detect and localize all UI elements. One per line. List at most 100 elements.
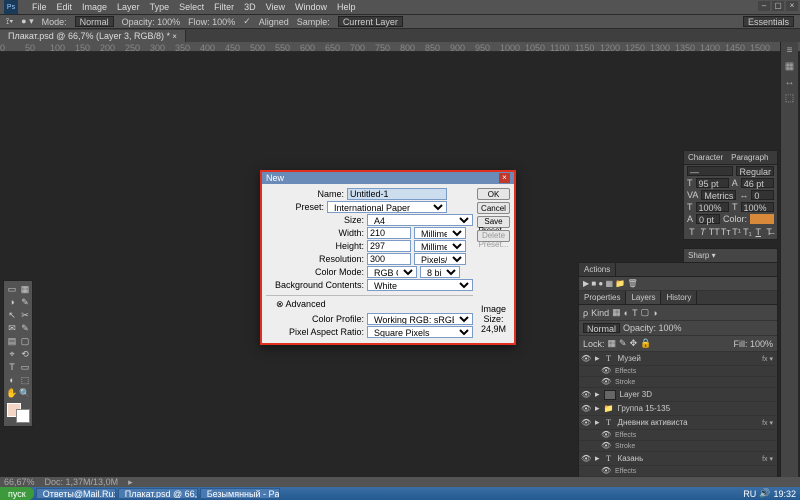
- visibility-icon[interactable]: 👁: [601, 366, 611, 376]
- aspect-select[interactable]: Square Pixels: [367, 326, 473, 338]
- layer-effect[interactable]: 👁Stroke: [579, 377, 777, 388]
- delete-preset-button[interactable]: Delete Preset...: [477, 230, 510, 242]
- fx-badge[interactable]: fx ▾: [762, 419, 773, 427]
- kerning-field[interactable]: Metrics: [701, 190, 736, 200]
- tool-button[interactable]: ◐: [6, 374, 18, 386]
- filter-icon[interactable]: ◑: [652, 308, 657, 318]
- layer-row[interactable]: 👁▸TКазаньfx ▾: [579, 452, 777, 466]
- tool-button[interactable]: ✎: [19, 322, 31, 334]
- tool-button[interactable]: ✂: [19, 309, 31, 321]
- tab-paragraph[interactable]: Paragraph: [727, 151, 772, 164]
- filter-icon[interactable]: T: [632, 308, 638, 318]
- bg-select[interactable]: White: [367, 279, 473, 291]
- menu-window[interactable]: Window: [295, 2, 327, 12]
- layer-row[interactable]: 👁▸TДневник активистаfx ▾: [579, 416, 777, 430]
- layer-effect[interactable]: 👁Effects: [579, 466, 777, 477]
- visibility-icon[interactable]: 👁: [601, 430, 611, 440]
- font-select[interactable]: —: [687, 166, 733, 176]
- strip-icon[interactable]: ▦: [781, 58, 798, 74]
- tool-button[interactable]: ✋: [6, 387, 18, 399]
- lock-icon[interactable]: ✎: [619, 338, 627, 349]
- tracking-field[interactable]: 0: [751, 190, 774, 200]
- layer-effect[interactable]: 👁Effects: [579, 366, 777, 377]
- menu-select[interactable]: Select: [179, 2, 204, 12]
- taskbar-item[interactable]: Ответы@Mail.Ru: За...: [36, 488, 116, 499]
- sub-icon[interactable]: T₁: [742, 226, 752, 238]
- baseline-field[interactable]: 0 pt: [696, 214, 720, 224]
- tool-button[interactable]: T: [6, 361, 18, 373]
- size-field[interactable]: 95 pt: [696, 178, 729, 188]
- visibility-icon[interactable]: 👁: [601, 466, 611, 476]
- tool-button[interactable]: ↖: [6, 309, 18, 321]
- menu-file[interactable]: File: [32, 2, 47, 12]
- super-icon[interactable]: T¹: [732, 226, 742, 238]
- vscale-field[interactable]: 100%: [696, 202, 730, 212]
- height-unit[interactable]: Millimeters: [414, 240, 466, 252]
- menu-filter[interactable]: Filter: [214, 2, 234, 12]
- width-unit[interactable]: Millimeters: [414, 227, 466, 239]
- strip-icon[interactable]: ⬚: [781, 90, 798, 106]
- text-color[interactable]: [750, 214, 774, 224]
- hscale-field[interactable]: 100%: [741, 202, 775, 212]
- document-tab[interactable]: Плакат.psd @ 66,7% (Layer 3, RGB/8) * ×: [0, 30, 186, 42]
- menu-3d[interactable]: 3D: [244, 2, 256, 12]
- blend-select[interactable]: Normal: [583, 323, 620, 333]
- start-button[interactable]: пуск: [0, 487, 34, 500]
- clock[interactable]: 19:32: [773, 489, 796, 499]
- dialog-close-icon[interactable]: ×: [499, 173, 510, 183]
- opacity-field[interactable]: Opacity: 100%: [623, 323, 682, 333]
- tool-button[interactable]: ▭: [19, 361, 31, 373]
- visibility-icon[interactable]: 👁: [581, 418, 591, 428]
- maximize-icon[interactable]: ▢: [772, 1, 784, 11]
- tab-properties[interactable]: Properties: [579, 291, 626, 304]
- visibility-icon[interactable]: 👁: [581, 404, 591, 414]
- smallcaps-icon[interactable]: Tᴛ: [721, 226, 731, 238]
- flow-field[interactable]: Flow: 100%: [188, 17, 235, 27]
- filter-icon[interactable]: ◐: [624, 308, 629, 318]
- menu-edit[interactable]: Edit: [57, 2, 73, 12]
- width-input[interactable]: [367, 227, 411, 239]
- layer-effect[interactable]: 👁Stroke: [579, 441, 777, 452]
- tool-button[interactable]: ⌖: [6, 348, 18, 360]
- tool-button[interactable]: ⟲: [19, 348, 31, 360]
- tab-layers[interactable]: Layers: [626, 291, 661, 304]
- menu-type[interactable]: Type: [150, 2, 170, 12]
- strike-icon[interactable]: T̶: [764, 226, 774, 238]
- filter-icon[interactable]: ▢: [641, 307, 650, 318]
- tool-button[interactable]: ⬚: [19, 374, 31, 386]
- menu-image[interactable]: Image: [82, 2, 107, 12]
- tool-button[interactable]: ▢: [19, 335, 31, 347]
- tool-button[interactable]: 🔍: [19, 387, 31, 399]
- visibility-icon[interactable]: 👁: [601, 441, 611, 451]
- tool-button[interactable]: ✉: [6, 322, 18, 334]
- ok-button[interactable]: OK: [477, 188, 510, 200]
- close-icon[interactable]: ×: [786, 1, 798, 11]
- save-preset-button[interactable]: Save Preset...: [477, 216, 510, 228]
- menu-view[interactable]: View: [266, 2, 285, 12]
- cancel-button[interactable]: Cancel: [477, 202, 510, 214]
- leading-field[interactable]: 46 pt: [741, 178, 774, 188]
- strip-icon[interactable]: ≡: [781, 42, 798, 58]
- filter-icon[interactable]: ▦: [612, 307, 621, 318]
- menu-help[interactable]: Help: [337, 2, 356, 12]
- blend-mode-select[interactable]: Normal: [75, 16, 114, 27]
- fx-badge[interactable]: fx ▾: [762, 355, 773, 363]
- tool-button[interactable]: ▭: [6, 283, 18, 295]
- color-swatch[interactable]: [6, 402, 31, 424]
- size-select[interactable]: A4: [367, 214, 473, 226]
- tool-button[interactable]: ▦: [19, 283, 31, 295]
- tab-actions[interactable]: Actions: [579, 263, 616, 276]
- fill-field[interactable]: Fill: 100%: [733, 339, 773, 349]
- tool-button[interactable]: ✎: [19, 296, 31, 308]
- bit-select[interactable]: 8 bit: [420, 266, 460, 278]
- aligned-checkbox[interactable]: Aligned: [259, 17, 289, 27]
- opacity-field[interactable]: Opacity: 100%: [122, 17, 181, 27]
- advanced-toggle[interactable]: ⊗ Advanced: [266, 299, 473, 310]
- visibility-icon[interactable]: 👁: [581, 454, 591, 464]
- res-unit[interactable]: Pixels/Inch: [414, 253, 466, 265]
- taskbar-item[interactable]: Безымянный - Paint: [200, 488, 280, 499]
- minimize-icon[interactable]: –: [758, 1, 770, 11]
- tool-button[interactable]: ◑: [6, 296, 18, 308]
- layer-row[interactable]: 👁▸📁Группа 15-135: [579, 402, 777, 416]
- workspace-select[interactable]: Essentials: [743, 16, 794, 27]
